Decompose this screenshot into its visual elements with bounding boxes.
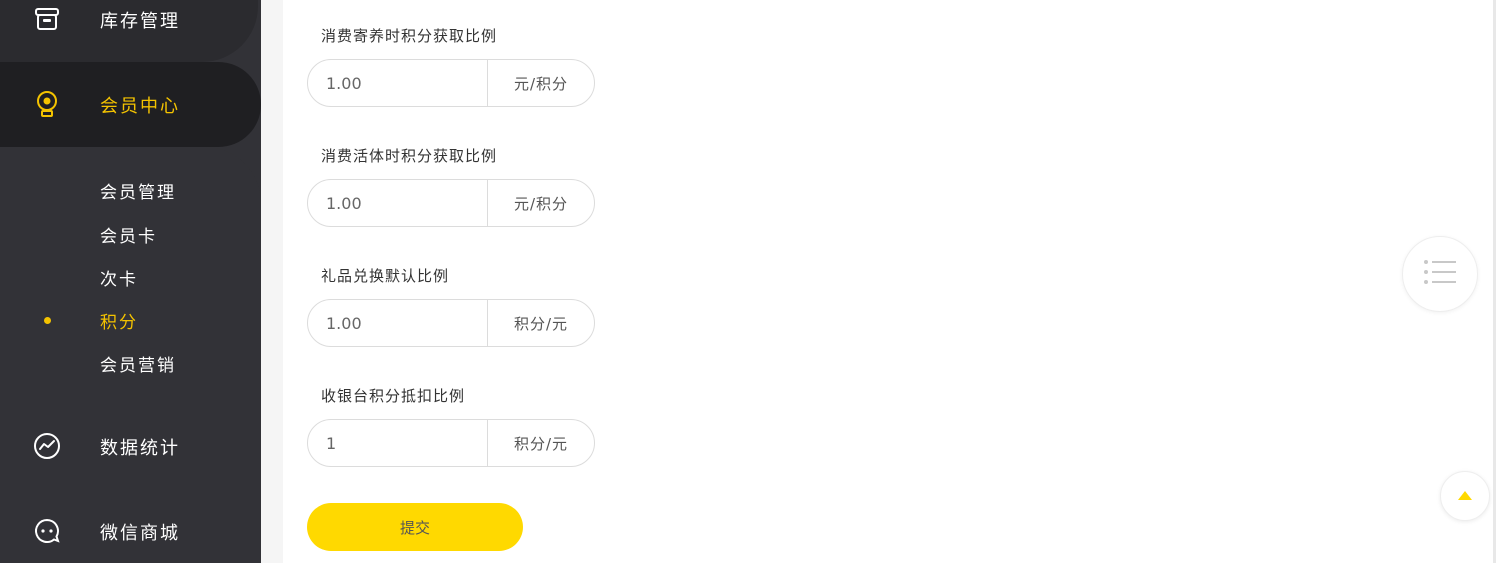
live-pet-points-ratio-group: 元/积分 [307, 179, 595, 227]
cashier-deduction-ratio-input[interactable] [308, 420, 487, 466]
back-to-top-button[interactable] [1440, 471, 1490, 521]
unit-suffix: 元/积分 [487, 180, 594, 226]
gift-exchange-ratio-input[interactable] [308, 300, 487, 346]
main-content: 消费寄养时积分获取比例 元/积分 消费活体时积分获取比例 元/积分 礼品兑换默认… [261, 0, 1496, 563]
member-lightbulb-icon [33, 90, 61, 118]
submenu-item-member-marketing[interactable]: 会员营销 [100, 351, 176, 376]
wechat-mall-icon [33, 517, 61, 545]
field-label-cashier-deduction-ratio: 收银台积分抵扣比例 [321, 387, 466, 405]
sidebar-item-label: 库存管理 [100, 11, 180, 32]
list-icon [1422, 258, 1458, 290]
arrow-up-icon [1457, 487, 1473, 506]
unit-suffix: 积分/元 [487, 420, 594, 466]
boarding-points-ratio-group: 元/积分 [307, 59, 595, 107]
sidebar-item-inventory[interactable]: 库存管理 [0, 0, 258, 62]
live-pet-points-ratio-input[interactable] [308, 180, 487, 226]
current-indicator-dot [44, 317, 51, 324]
submenu-item-points[interactable]: 积分 [100, 308, 138, 333]
submenu-item-member-management[interactable]: 会员管理 [100, 178, 176, 203]
boarding-points-ratio-input[interactable] [308, 60, 487, 106]
unit-suffix: 积分/元 [487, 300, 594, 346]
sidebar-item-wechat-mall[interactable]: 微信商城 [0, 501, 261, 561]
member-submenu: 会员管理 会员卡 次卡 积分 会员营销 [0, 147, 261, 397]
sidebar-item-label: 数据统计 [100, 438, 180, 459]
submit-button[interactable]: 提交 [307, 503, 523, 551]
submenu-item-member-card[interactable]: 会员卡 [100, 222, 157, 247]
sidebar: 库存管理 会员中心 会员管理 会员卡 次卡 积分 会员营销 数据统计 微信商城 [0, 0, 261, 563]
unit-suffix: 元/积分 [487, 60, 594, 106]
sidebar-item-statistics[interactable]: 数据统计 [0, 416, 261, 476]
field-label-live-pet-points-ratio: 消费活体时积分获取比例 [321, 147, 498, 165]
sidebar-item-label: 会员中心 [100, 96, 180, 117]
statistics-chart-icon [33, 432, 61, 460]
sidebar-item-member-center[interactable]: 会员中心 [0, 62, 261, 147]
field-label-boarding-points-ratio: 消费寄养时积分获取比例 [321, 27, 498, 45]
submenu-item-times-card[interactable]: 次卡 [100, 265, 138, 290]
app-root: 库存管理 会员中心 会员管理 会员卡 次卡 积分 会员营销 数据统计 微信商城 … [0, 0, 1496, 563]
gift-exchange-ratio-group: 积分/元 [307, 299, 595, 347]
field-label-gift-exchange-ratio: 礼品兑换默认比例 [321, 267, 450, 285]
inventory-box-icon [33, 5, 61, 33]
table-of-contents-button[interactable] [1402, 236, 1478, 312]
cashier-deduction-ratio-group: 积分/元 [307, 419, 595, 467]
points-settings-form: 消费寄养时积分获取比例 元/积分 消费活体时积分获取比例 元/积分 礼品兑换默认… [283, 0, 1496, 563]
sidebar-item-label: 微信商城 [100, 523, 180, 544]
